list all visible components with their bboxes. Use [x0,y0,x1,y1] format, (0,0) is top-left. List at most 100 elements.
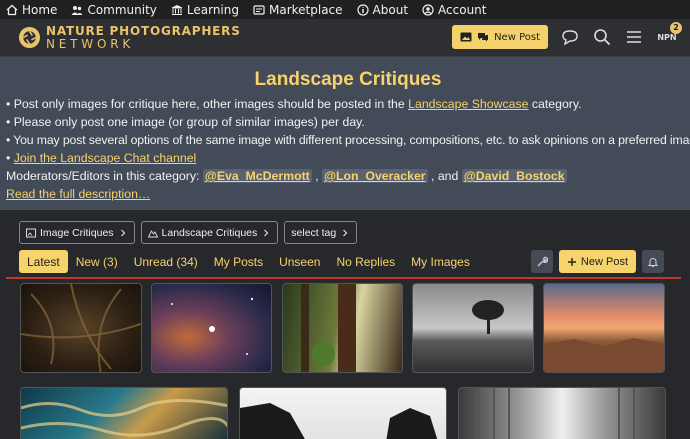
info-icon [356,3,369,16]
moderators-line: Moderators/Editors in this category: @Ev… [6,167,690,185]
tab-latest[interactable]: Latest [19,250,68,273]
chat-icon [478,33,489,42]
topic-thumbnail[interactable] [282,283,403,373]
header-new-post-button[interactable]: New Post [452,25,548,49]
banner-bullet: • [6,151,14,165]
banner-line-4: • Join the Landscape Chat channel [6,149,690,167]
tab-actions: New Post [530,250,664,273]
mention-eva[interactable]: @Eva_McDermott [202,169,312,183]
logo-title: NATURE PHOTOGRAPHERS [46,24,241,38]
breadcrumb: Image Critiques Landscape Critiques sele… [19,221,358,244]
chevron-right-icon [120,229,125,236]
account-icon [422,3,434,16]
topic-thumbnail[interactable] [543,283,665,373]
read-description-link[interactable]: Read the full description… [6,187,150,201]
image-frame-icon [26,228,36,237]
topic-tabs: Latest New (3) Unread (34) My Posts Unse… [19,250,478,273]
new-post-button[interactable]: New Post [558,250,636,273]
topic-thumbnail[interactable] [20,283,142,373]
menu-button[interactable] [624,27,644,47]
logo-subtitle: NETWORK [46,37,135,51]
nav-learning[interactable]: Learning [171,3,239,17]
search-button[interactable] [592,27,612,47]
chat-button[interactable] [560,27,580,47]
tab-new[interactable]: New (3) [68,250,126,273]
waterfall-basalt-image [478,388,650,439]
parent-category-label: Image Critiques [40,226,114,239]
category-title: Landscape Critiques [254,69,442,90]
nav-marketplace[interactable]: Marketplace [253,3,343,17]
banner-line-2: • Please only post one image (or group o… [6,115,365,129]
moderators-label: Moderators/Editors in this category: [6,169,203,183]
water-reflection-image [21,399,227,437]
nav-home-label: Home [22,2,58,17]
user-menu-npn[interactable]: NPN 2 [656,21,682,42]
notification-level-button[interactable] [642,250,664,273]
nav-home[interactable]: Home [6,3,57,17]
nav-about[interactable]: About [356,2,409,17]
nav-community[interactable]: Community [71,2,157,17]
learning-icon [171,4,183,15]
nebula-image [171,297,254,355]
plus-icon [567,257,576,266]
topic-thumbnail[interactable] [151,283,272,373]
subcategory-dropdown[interactable]: Landscape Critiques [140,221,279,244]
wrench-icon [537,256,548,266]
marketplace-icon [253,4,265,15]
nav-account[interactable]: Account [422,3,486,17]
notification-badge: 2 [670,21,682,34]
banner-line-3: • You may post several options of the sa… [6,133,690,147]
npn-label: NPN [657,32,677,42]
topic-thumbnail[interactable] [239,387,447,439]
active-tab-underline [6,277,681,279]
topic-thumbnail[interactable] [20,387,228,439]
mention-sep-2: , and [427,169,462,183]
site-logo[interactable]: NATURE PHOTOGRAPHERS NETWORK [18,25,241,50]
nav-about-label: About [372,2,409,17]
redwood-forest-image [301,284,356,372]
home-icon [6,4,18,15]
admin-wrench-button[interactable] [530,250,553,273]
bell-icon [647,257,659,267]
tab-my-posts[interactable]: My Posts [206,250,271,273]
mountain-icon [147,229,158,237]
tab-no-replies[interactable]: No Replies [328,250,403,273]
nav-community-label: Community [87,2,157,17]
banner-line-1-text: • Post only images for critique here, ot… [6,97,409,111]
chevron-right-icon [343,229,348,236]
landscape-chat-link[interactable]: Join the Landscape Chat channel [14,151,197,165]
tab-my-images[interactable]: My Images [403,250,478,273]
chat-bubble-icon [562,30,578,46]
nav-account-label: Account [438,2,487,17]
category-banner: Landscape Critiques • Post only images f… [0,57,690,210]
top-nav: Home Community Learning Marketplace Abou… [0,0,690,19]
sea-stacks-image [240,403,438,439]
mention-sep-1: , [311,169,323,183]
landscape-showcase-link[interactable]: Landscape Showcase [408,97,528,111]
banner-line-1: • Post only images for critique here, ot… [6,95,690,113]
nav-marketplace-label: Marketplace [269,2,343,17]
read-description-line: Read the full description… [6,185,690,203]
header-new-post-label: New Post [494,31,540,43]
tab-unread[interactable]: Unread (34) [126,250,206,273]
tag-dropdown[interactable]: select tag [284,221,358,244]
lone-tree-image [472,300,504,334]
topic-thumbnail[interactable] [412,283,534,373]
search-icon [594,29,611,46]
parent-category-dropdown[interactable]: Image Critiques [19,221,135,244]
tangled-roots-image [21,284,141,372]
aperture-logo-icon [18,26,41,49]
banner-line-1-end: category. [528,97,582,111]
nav-learning-label: Learning [186,2,239,17]
subcategory-label: Landscape Critiques [161,226,258,239]
image-icon [460,32,472,42]
mention-lon[interactable]: @Lon_Overacker [322,169,428,183]
mention-david[interactable]: @David_Bostock [461,169,567,183]
site-header: NATURE PHOTOGRAPHERS NETWORK New Post NP… [0,19,690,57]
topic-thumbnail[interactable] [458,387,666,439]
tab-unseen[interactable]: Unseen [271,250,328,273]
new-post-label: New Post [580,255,628,268]
community-icon [71,5,83,15]
hamburger-icon [627,31,641,43]
tag-dropdown-label: select tag [291,226,337,239]
